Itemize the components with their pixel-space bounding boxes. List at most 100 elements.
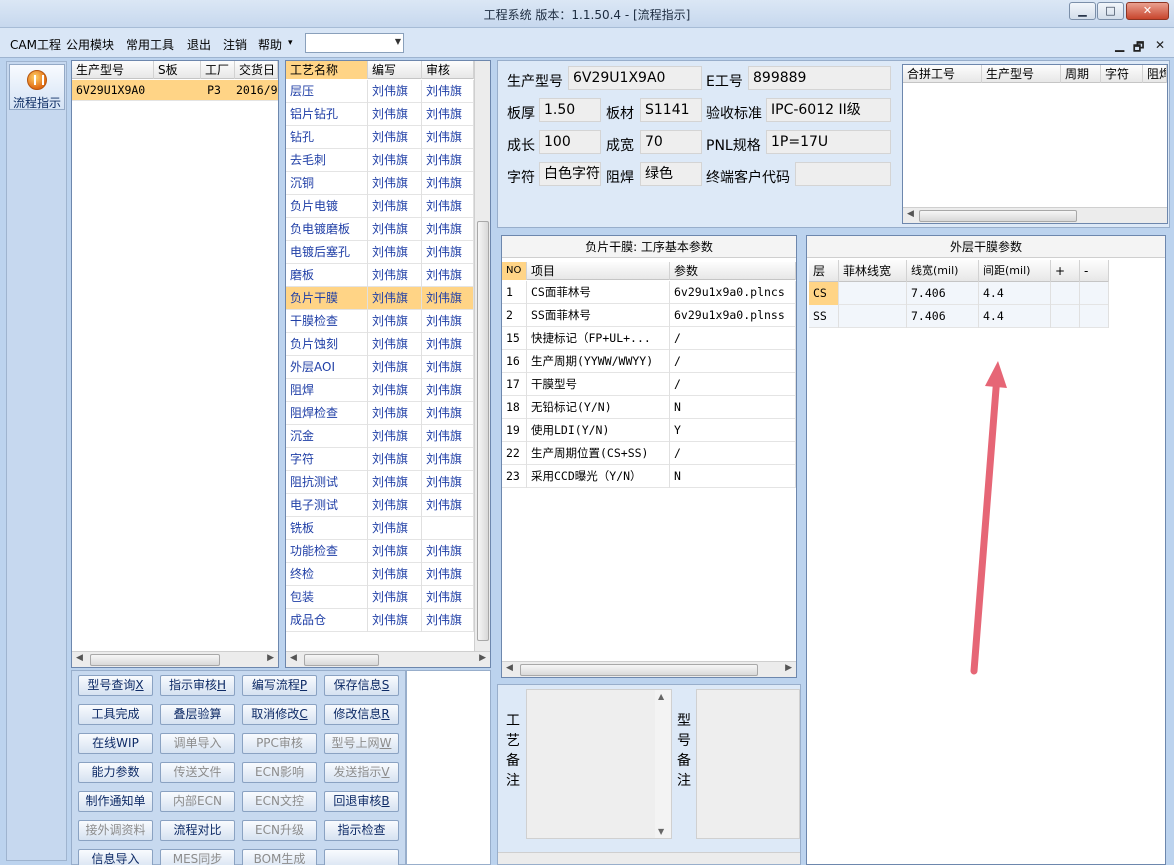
process-vscroll[interactable] [474, 61, 490, 651]
action-button[interactable]: 保存信息S [324, 675, 399, 696]
outer-col-film[interactable]: 菲林线宽 [839, 260, 907, 282]
outer-remove-button[interactable]: - [1080, 260, 1109, 282]
merge-col-char[interactable]: 字符 [1101, 65, 1143, 83]
table-row[interactable]: 磨板 刘伟旗 刘伟旗 [286, 264, 474, 287]
menu-tools[interactable]: 常用工具 [126, 36, 174, 53]
table-row[interactable]: 外层AOI 刘伟旗 刘伟旗 [286, 356, 474, 379]
flow-guide-button[interactable]: 流程指示 [9, 64, 65, 110]
standard-field[interactable]: IPC-6012 II级 [766, 98, 891, 122]
outer-col-width[interactable]: 线宽(mil) [907, 260, 979, 282]
params-col-item[interactable]: 项目 [527, 262, 670, 280]
scroll-down-icon[interactable]: ▼ [658, 827, 664, 836]
table-row[interactable]: 阻焊 刘伟旗 刘伟旗 [286, 379, 474, 402]
customer-code-field[interactable] [795, 162, 891, 186]
table-row[interactable]: 沉金 刘伟旗 刘伟旗 [286, 425, 474, 448]
action-button[interactable]: 叠层验算 [160, 704, 235, 725]
action-button[interactable]: 发送指示V [324, 762, 399, 783]
scroll-left-icon[interactable]: ◀ [907, 209, 914, 219]
table-row[interactable]: CS 7.406 4.4 [809, 282, 1109, 305]
mdi-minimize-button[interactable]: ▁ [1115, 38, 1124, 52]
merge-col-mask[interactable]: 阻焊 [1143, 65, 1167, 83]
table-row[interactable]: 铣板 刘伟旗 [286, 517, 474, 540]
model-memo[interactable] [696, 689, 800, 839]
table-row[interactable]: 包装 刘伟旗 刘伟旗 [286, 586, 474, 609]
table-row[interactable]: 1 CS面菲林号 6v29u1x9a0.plncs [502, 281, 796, 304]
merge-hscroll[interactable]: ◀ [903, 207, 1167, 223]
table-row[interactable]: 23 采用CCD曝光（Y/N） N [502, 465, 796, 488]
table-row[interactable]: 阻焊检查 刘伟旗 刘伟旗 [286, 402, 474, 425]
menu-cam[interactable]: CAM工程 [10, 36, 61, 53]
mdi-close-button[interactable]: ✕ [1155, 38, 1165, 52]
action-button[interactable]: ECN文控 [242, 791, 317, 812]
process-vscroll-thumb[interactable] [477, 221, 489, 641]
jobs-hscroll[interactable]: ◀ ▶ [72, 651, 278, 667]
thickness-field[interactable]: 1.50 [539, 98, 601, 122]
merge-col-job[interactable]: 合拼工号 [903, 65, 982, 83]
process-col-writer[interactable]: 编写 [368, 61, 422, 79]
outer-col-layer[interactable]: 层 [809, 260, 839, 282]
table-row[interactable]: 负片蚀刻 刘伟旗 刘伟旗 [286, 333, 474, 356]
action-button[interactable]: 编写流程P [242, 675, 317, 696]
action-button[interactable]: 指示检查 [324, 820, 399, 841]
outer-add-button[interactable]: + [1051, 260, 1080, 282]
table-row[interactable]: 2 SS面菲林号 6v29u1x9a0.plnss [502, 304, 796, 327]
maximize-button[interactable]: □ [1097, 2, 1124, 20]
action-button[interactable]: ECN影响 [242, 762, 317, 783]
table-row[interactable]: SS 7.406 4.4 [809, 305, 1109, 328]
table-row[interactable]: 15 快捷标记（FP+UL+... / [502, 327, 796, 350]
action-button[interactable]: 修改信息R [324, 704, 399, 725]
pnl-field[interactable]: 1P=17U [766, 130, 891, 154]
action-button[interactable]: 传送文件 [160, 762, 235, 783]
mdi-restore-button[interactable]: 🗗 [1133, 38, 1144, 59]
table-row[interactable]: 层压 刘伟旗 刘伟旗 [286, 80, 474, 103]
minimize-button[interactable]: ▁ [1069, 2, 1096, 20]
action-button[interactable]: 指示审核H [160, 675, 235, 696]
memo-hscroll[interactable] [498, 852, 800, 864]
action-button[interactable]: 工具完成 [78, 704, 153, 725]
model-field[interactable]: 6V29U1X9A0 [568, 66, 702, 90]
table-row[interactable]: 电子测试 刘伟旗 刘伟旗 [286, 494, 474, 517]
action-button[interactable]: 接外调资料 [78, 820, 153, 841]
table-row[interactable]: 22 生产周期位置(CS+SS) / [502, 442, 796, 465]
action-button[interactable]: MES同步 [160, 849, 235, 865]
action-button[interactable]: 能力参数 [78, 762, 153, 783]
process-memo[interactable]: ▲ ▼ [526, 689, 672, 839]
e-field[interactable]: 899889 [748, 66, 891, 90]
table-row[interactable]: 钻孔 刘伟旗 刘伟旗 [286, 126, 474, 149]
jobs-hscroll-thumb[interactable] [90, 654, 220, 666]
jobs-col-factory[interactable]: 工厂 [201, 61, 235, 79]
menu-exit[interactable]: 退出 [187, 36, 211, 53]
scroll-left-icon[interactable]: ◀ [290, 653, 297, 663]
process-col-reviewer[interactable]: 审核 [422, 61, 474, 79]
width-field[interactable]: 70 [640, 130, 702, 154]
action-button[interactable]: 取消修改C [242, 704, 317, 725]
length-field[interactable]: 100 [539, 130, 601, 154]
params-hscroll-thumb[interactable] [520, 664, 758, 676]
action-button[interactable]: BOM生成 [242, 849, 317, 865]
menu-help[interactable]: 帮助 [258, 36, 282, 53]
help-dropdown-icon[interactable]: ▾ [288, 38, 293, 48]
scroll-right-icon[interactable]: ▶ [785, 663, 792, 673]
jobs-col-date[interactable]: 交货日 [235, 61, 278, 79]
process-hscroll-thumb[interactable] [304, 654, 379, 666]
table-row[interactable]: 18 无铅标记(Y/N) N [502, 396, 796, 419]
action-button[interactable]: 调单导入 [160, 733, 235, 754]
action-button[interactable]: 型号查询X [78, 675, 153, 696]
scroll-up-icon[interactable]: ▲ [658, 692, 664, 701]
action-button[interactable]: 制作通知单 [78, 791, 153, 812]
table-row[interactable]: 干膜检查 刘伟旗 刘伟旗 [286, 310, 474, 333]
outer-col-space[interactable]: 间距(mil) [979, 260, 1051, 282]
table-row[interactable]: 功能检查 刘伟旗 刘伟旗 [286, 540, 474, 563]
scroll-left-icon[interactable]: ◀ [76, 653, 83, 663]
scroll-right-icon[interactable]: ▶ [267, 653, 274, 663]
action-button[interactable]: PPC审核 [242, 733, 317, 754]
action-button[interactable]: 在线WIP [78, 733, 153, 754]
params-hscroll[interactable]: ◀ ▶ [502, 661, 796, 677]
table-row[interactable]: 沉铜 刘伟旗 刘伟旗 [286, 172, 474, 195]
params-col-no[interactable]: NO [502, 262, 527, 280]
merge-hscroll-thumb[interactable] [919, 210, 1077, 222]
merge-col-model[interactable]: 生产型号 [982, 65, 1061, 83]
character-field[interactable]: 白色字符 [539, 162, 601, 186]
action-button[interactable]: ECN升级 [242, 820, 317, 841]
action-button[interactable]: 回退审核B [324, 791, 399, 812]
